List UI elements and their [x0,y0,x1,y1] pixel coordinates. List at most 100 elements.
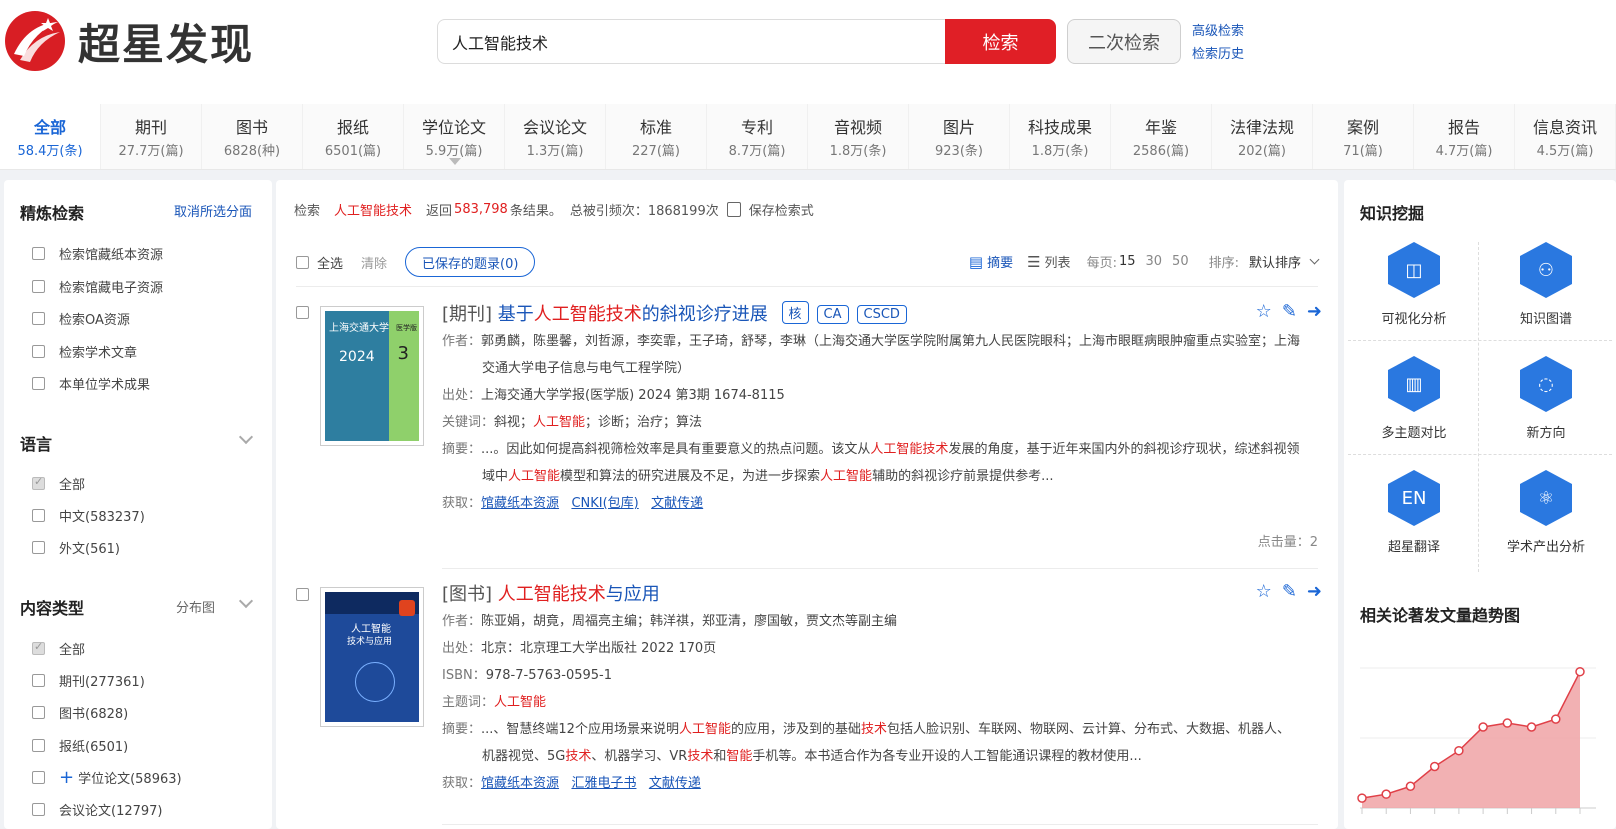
document-delivery-link[interactable]: 文献传递 [651,496,703,511]
checkbox[interactable] [32,247,45,260]
tab-standard[interactable]: 标准 227(篇) [606,104,707,169]
journal-cover[interactable]: 上海交通大学 2024 3 医学版 [320,306,424,446]
abstract-view-icon[interactable]: ▤ [969,253,983,271]
star-icon[interactable]: ☆ [1256,581,1272,602]
record-title[interactable]: [图书] 人工智能技术与应用 [442,580,660,606]
share-icon[interactable]: ➜ [1307,581,1322,602]
refine-item[interactable]: 检索馆藏纸本资源 [32,244,163,263]
checkbox[interactable] [32,280,45,293]
language-item[interactable]: 外文(561) [32,538,120,557]
trend-point[interactable] [1478,722,1488,732]
saved-records-button[interactable]: 已保存的题录(0) [405,247,536,277]
edit-icon[interactable]: ✎ [1282,581,1297,602]
chevron-down-icon[interactable] [238,429,254,445]
checkbox[interactable] [32,739,45,752]
share-icon[interactable]: ➜ [1307,301,1322,322]
type-item[interactable]: 会议论文(12797) [32,800,163,819]
language-item[interactable]: 中文(583237) [32,506,145,525]
tab-newspaper[interactable]: 报纸 6501(篇) [303,104,404,169]
abstract-view-button[interactable]: 摘要 [987,252,1013,271]
search-history-link[interactable]: 检索历史 [1192,43,1244,62]
book-cover[interactable]: 人工智能 技术与应用 [320,587,424,727]
tab-law[interactable]: 法律法规 202(篇) [1212,104,1313,169]
tab-conference[interactable]: 会议论文 1.3万(篇) [505,104,606,169]
output-analysis-tool[interactable]: ⚛ 学术产出分析 [1482,470,1610,555]
list-view-button[interactable]: 列表 [1045,252,1071,271]
checkbox[interactable] [32,674,45,687]
refine-item[interactable]: 检索馆藏电子资源 [32,277,163,296]
trend-point[interactable] [1381,789,1391,799]
knowledge-graph-tool[interactable]: ⚇ 知识图谱 [1482,242,1610,327]
checkbox[interactable] [32,345,45,358]
cancel-facets-link[interactable]: 取消所选分面 [174,201,252,220]
tab-report[interactable]: 报告 4.7万(篇) [1414,104,1515,169]
tab-patent[interactable]: 专利 8.7万(篇) [707,104,808,169]
advanced-search-link[interactable]: 高级检索 [1192,20,1244,39]
trend-point[interactable] [1551,714,1561,724]
checkbox[interactable] [32,475,45,490]
trend-point[interactable] [1526,722,1537,732]
record-title[interactable]: [期刊] 基于人工智能技术的斜视诊疗进展 核 CA CSCD [442,300,907,326]
type-item[interactable]: + 学位论文(58963) [32,768,182,787]
star-icon[interactable]: ☆ [1256,301,1272,322]
clear-button[interactable]: 清除 [361,253,387,272]
trend-point[interactable] [1405,781,1416,791]
trend-point[interactable] [1357,793,1367,803]
save-query-link[interactable]: 保存检索式 [749,200,814,219]
tab-all[interactable]: 全部 58.4万(条) [0,104,101,169]
select-all-label[interactable]: 全选 [317,253,343,272]
type-item[interactable]: 期刊(277361) [32,671,145,690]
trend-point[interactable] [1429,761,1440,772]
per-page-30[interactable]: 30 [1146,254,1163,269]
checkbox[interactable] [32,771,45,784]
tab-media[interactable]: 音视频 1.8万(条) [808,104,909,169]
edit-icon[interactable]: ✎ [1282,301,1297,322]
search-input[interactable] [437,19,947,64]
tab-news[interactable]: 信息资讯 4.5万(篇) [1515,104,1616,169]
topic-compare-tool[interactable]: ▥ 多主题对比 [1350,356,1478,441]
logo[interactable]: 超星发现 [4,8,284,74]
checkbox[interactable] [32,541,45,554]
trend-point[interactable] [1575,666,1585,677]
checkbox[interactable] [32,509,45,522]
ebook-link[interactable]: 汇雅电子书 [571,776,636,791]
tab-book[interactable]: 图书 6828(种) [202,104,303,169]
tab-journal[interactable]: 期刊 27.7万(篇) [101,104,202,169]
distribution-link[interactable]: 分布图 [176,597,215,616]
chevron-down-icon[interactable] [238,593,254,609]
tab-thesis[interactable]: 学位论文 5.9万(篇) [404,104,505,169]
checkbox[interactable] [32,706,45,719]
tab-achievement[interactable]: 科技成果 1.8万(条) [1010,104,1111,169]
cnki-link[interactable]: CNKI(包库) [571,496,638,511]
tab-image[interactable]: 图片 923(条) [909,104,1010,169]
visual-analysis-tool[interactable]: ◫ 可视化分析 [1350,242,1478,327]
trend-point[interactable] [1502,718,1513,728]
plus-icon[interactable]: + [59,769,74,787]
checkbox[interactable] [32,803,45,816]
translate-tool[interactable]: EN 超星翻译 [1350,470,1478,555]
print-resource-link[interactable]: 馆藏纸本资源 [481,776,559,791]
tab-yearbook[interactable]: 年鉴 2586(篇) [1111,104,1212,169]
checkbox[interactable] [32,312,45,325]
search-button[interactable]: 检索 [945,19,1056,64]
checkbox[interactable] [32,377,45,390]
record-checkbox[interactable] [296,588,309,601]
refine-item[interactable]: 检索学术文章 [32,342,137,361]
refine-item[interactable]: 检索OA资源 [32,309,130,328]
chevron-down-icon[interactable] [1309,254,1320,265]
checkbox[interactable] [32,640,45,655]
trend-point[interactable] [1454,745,1464,756]
record-checkbox[interactable] [296,306,309,319]
refine-item[interactable]: 本单位学术成果 [32,374,150,393]
per-page-15[interactable]: 15 [1119,254,1136,269]
tab-case[interactable]: 案例 71(篇) [1313,104,1414,169]
save-icon[interactable] [726,202,741,217]
new-direction-tool[interactable]: ◌ 新方向 [1482,356,1610,441]
sort-select[interactable]: 默认排序 [1249,252,1301,271]
type-item[interactable]: 报纸(6501) [32,736,128,755]
per-page-50[interactable]: 50 [1172,254,1189,269]
select-all-checkbox[interactable] [296,255,309,269]
dropdown-arrow-icon[interactable] [449,158,461,165]
type-item[interactable]: 图书(6828) [32,703,128,722]
secondary-search-button[interactable]: 二次检索 [1067,19,1181,64]
